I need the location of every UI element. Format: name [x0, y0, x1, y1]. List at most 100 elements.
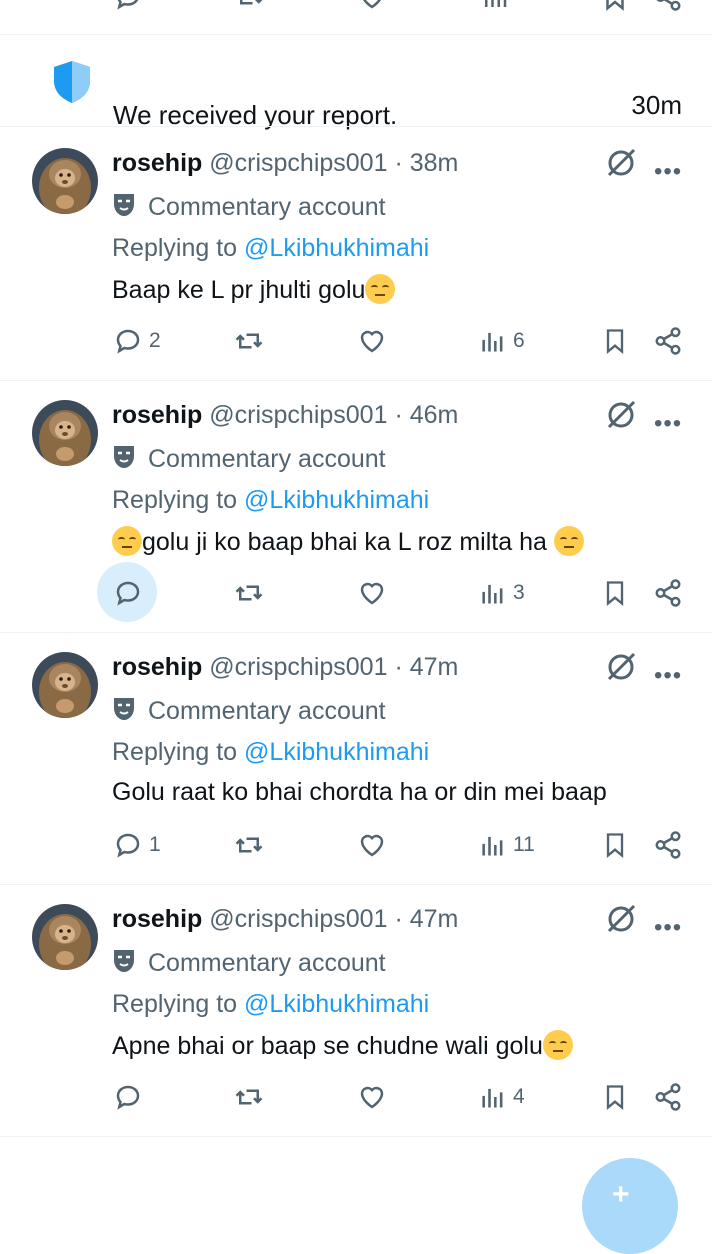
views-button[interactable]: 3 — [479, 578, 525, 608]
share-icon — [655, 579, 681, 607]
replying-to: Replying to @Lkibhukhimahi — [112, 486, 429, 515]
share-button[interactable] — [653, 830, 683, 860]
comment-icon[interactable] — [113, 0, 143, 12]
display-name[interactable]: rosehip — [112, 401, 202, 429]
like-button[interactable] — [357, 830, 387, 860]
bookmark-icon[interactable] — [600, 0, 630, 12]
bookmark-button[interactable] — [601, 1082, 629, 1112]
share-button[interactable] — [653, 326, 683, 356]
display-name[interactable]: rosehip — [112, 149, 202, 177]
avatar[interactable] — [32, 148, 98, 214]
retweet-icon[interactable] — [235, 0, 265, 12]
repost-button[interactable] — [233, 1082, 265, 1112]
share-button[interactable] — [653, 1082, 683, 1112]
mention-link[interactable]: @Lkibhukhimahi — [244, 990, 429, 1018]
post-header: rosehip @crispchips001 · 47m — [112, 653, 458, 682]
views-button[interactable]: 6 — [479, 326, 525, 356]
share-icon — [655, 1083, 681, 1111]
views-button[interactable]: 4 — [479, 1082, 525, 1112]
reply-button[interactable]: 1 — [113, 830, 161, 860]
post[interactable]: rosehip @crispchips001 · 38m ••• Comment… — [0, 128, 712, 380]
divider — [0, 126, 712, 127]
action-bar: 4 — [0, 1082, 712, 1112]
pensive-emoji — [365, 274, 396, 304]
user-handle[interactable]: @crispchips001 — [209, 149, 387, 177]
bookmark-icon — [606, 581, 624, 606]
like-button[interactable] — [357, 1082, 387, 1112]
post-time[interactable]: 38m — [410, 149, 459, 177]
post[interactable]: rosehip @crispchips001 · 47m ••• Comment… — [0, 884, 712, 1136]
views-icon[interactable] — [480, 0, 510, 12]
reply-button[interactable] — [113, 578, 149, 608]
repost-button[interactable] — [233, 326, 265, 356]
view-count: 11 — [513, 833, 535, 856]
bookmark-button[interactable] — [601, 578, 629, 608]
more-icon[interactable]: ••• — [654, 410, 682, 438]
avatar[interactable] — [32, 904, 98, 970]
like-icon[interactable] — [357, 0, 387, 12]
compose-icon: + — [612, 1178, 630, 1211]
avatar-image — [32, 904, 98, 970]
display-name[interactable]: rosehip — [112, 653, 202, 681]
share-icon[interactable] — [653, 0, 683, 12]
user-handle[interactable]: @crispchips001 — [209, 401, 387, 429]
post[interactable]: rosehip @crispchips001 · 47m ••• Comment… — [0, 632, 712, 884]
reply-button[interactable] — [113, 1082, 149, 1112]
like-button[interactable] — [357, 578, 387, 608]
account-label-text: Commentary account — [148, 949, 386, 977]
grok-button[interactable] — [604, 650, 638, 689]
grok-button[interactable] — [604, 146, 638, 185]
mention-link[interactable]: @Lkibhukhimahi — [244, 738, 429, 766]
comment-icon — [116, 329, 140, 354]
more-icon[interactable]: ••• — [654, 914, 682, 942]
repost-button[interactable] — [233, 830, 265, 860]
avatar-image — [32, 148, 98, 214]
user-handle[interactable]: @crispchips001 — [209, 653, 387, 681]
previous-post-actions — [0, 0, 712, 34]
account-label: Commentary account — [112, 696, 386, 729]
like-icon — [360, 1086, 384, 1109]
views-button[interactable]: 11 — [479, 830, 535, 860]
avatar[interactable] — [32, 652, 98, 718]
replying-prefix: Replying to — [112, 234, 238, 262]
account-label: Commentary account — [112, 444, 386, 477]
separator-dot: · — [394, 149, 403, 177]
retweet-icon — [235, 585, 263, 601]
display-name[interactable]: rosehip — [112, 905, 202, 933]
like-button[interactable] — [357, 326, 387, 356]
grok-icon — [607, 148, 636, 177]
grok-button[interactable] — [604, 398, 638, 437]
avatar-image — [32, 652, 98, 718]
post-text-content: golu ji ko baap bhai ka L roz milta ha — [142, 528, 547, 556]
reply-button[interactable]: 2 — [113, 326, 161, 356]
shield-icon — [54, 61, 90, 103]
compose-button[interactable]: + — [582, 1158, 678, 1254]
bookmark-button[interactable] — [601, 326, 629, 356]
post-time[interactable]: 46m — [410, 401, 459, 429]
post-time[interactable]: 47m — [410, 653, 459, 681]
mention-link[interactable]: @Lkibhukhimahi — [244, 486, 429, 514]
retweet-icon — [235, 333, 263, 349]
more-icon[interactable]: ••• — [654, 158, 682, 186]
more-icon[interactable]: ••• — [654, 662, 682, 690]
avatar[interactable] — [32, 400, 98, 466]
like-icon — [360, 834, 384, 857]
post-text-content: Golu raat ko bhai chordta ha or din mei … — [112, 778, 607, 806]
mask-icon — [114, 446, 134, 468]
post-header: rosehip @crispchips001 · 38m — [112, 149, 458, 178]
mention-link[interactable]: @Lkibhukhimahi — [244, 234, 429, 262]
post[interactable]: rosehip @crispchips001 · 46m ••• Comment… — [0, 380, 712, 632]
user-handle[interactable]: @crispchips001 — [209, 905, 387, 933]
bookmark-button[interactable] — [601, 830, 629, 860]
comment-icon — [116, 581, 140, 606]
post-time[interactable]: 47m — [410, 905, 459, 933]
account-label-text: Commentary account — [148, 445, 386, 473]
like-icon — [360, 582, 384, 605]
pensive-emoji — [553, 526, 584, 556]
grok-button[interactable] — [604, 902, 638, 941]
reply-count: 2 — [149, 329, 161, 352]
repost-button[interactable] — [233, 578, 265, 608]
views-icon — [482, 836, 503, 856]
share-button[interactable] — [653, 578, 683, 608]
share-icon — [655, 327, 681, 355]
